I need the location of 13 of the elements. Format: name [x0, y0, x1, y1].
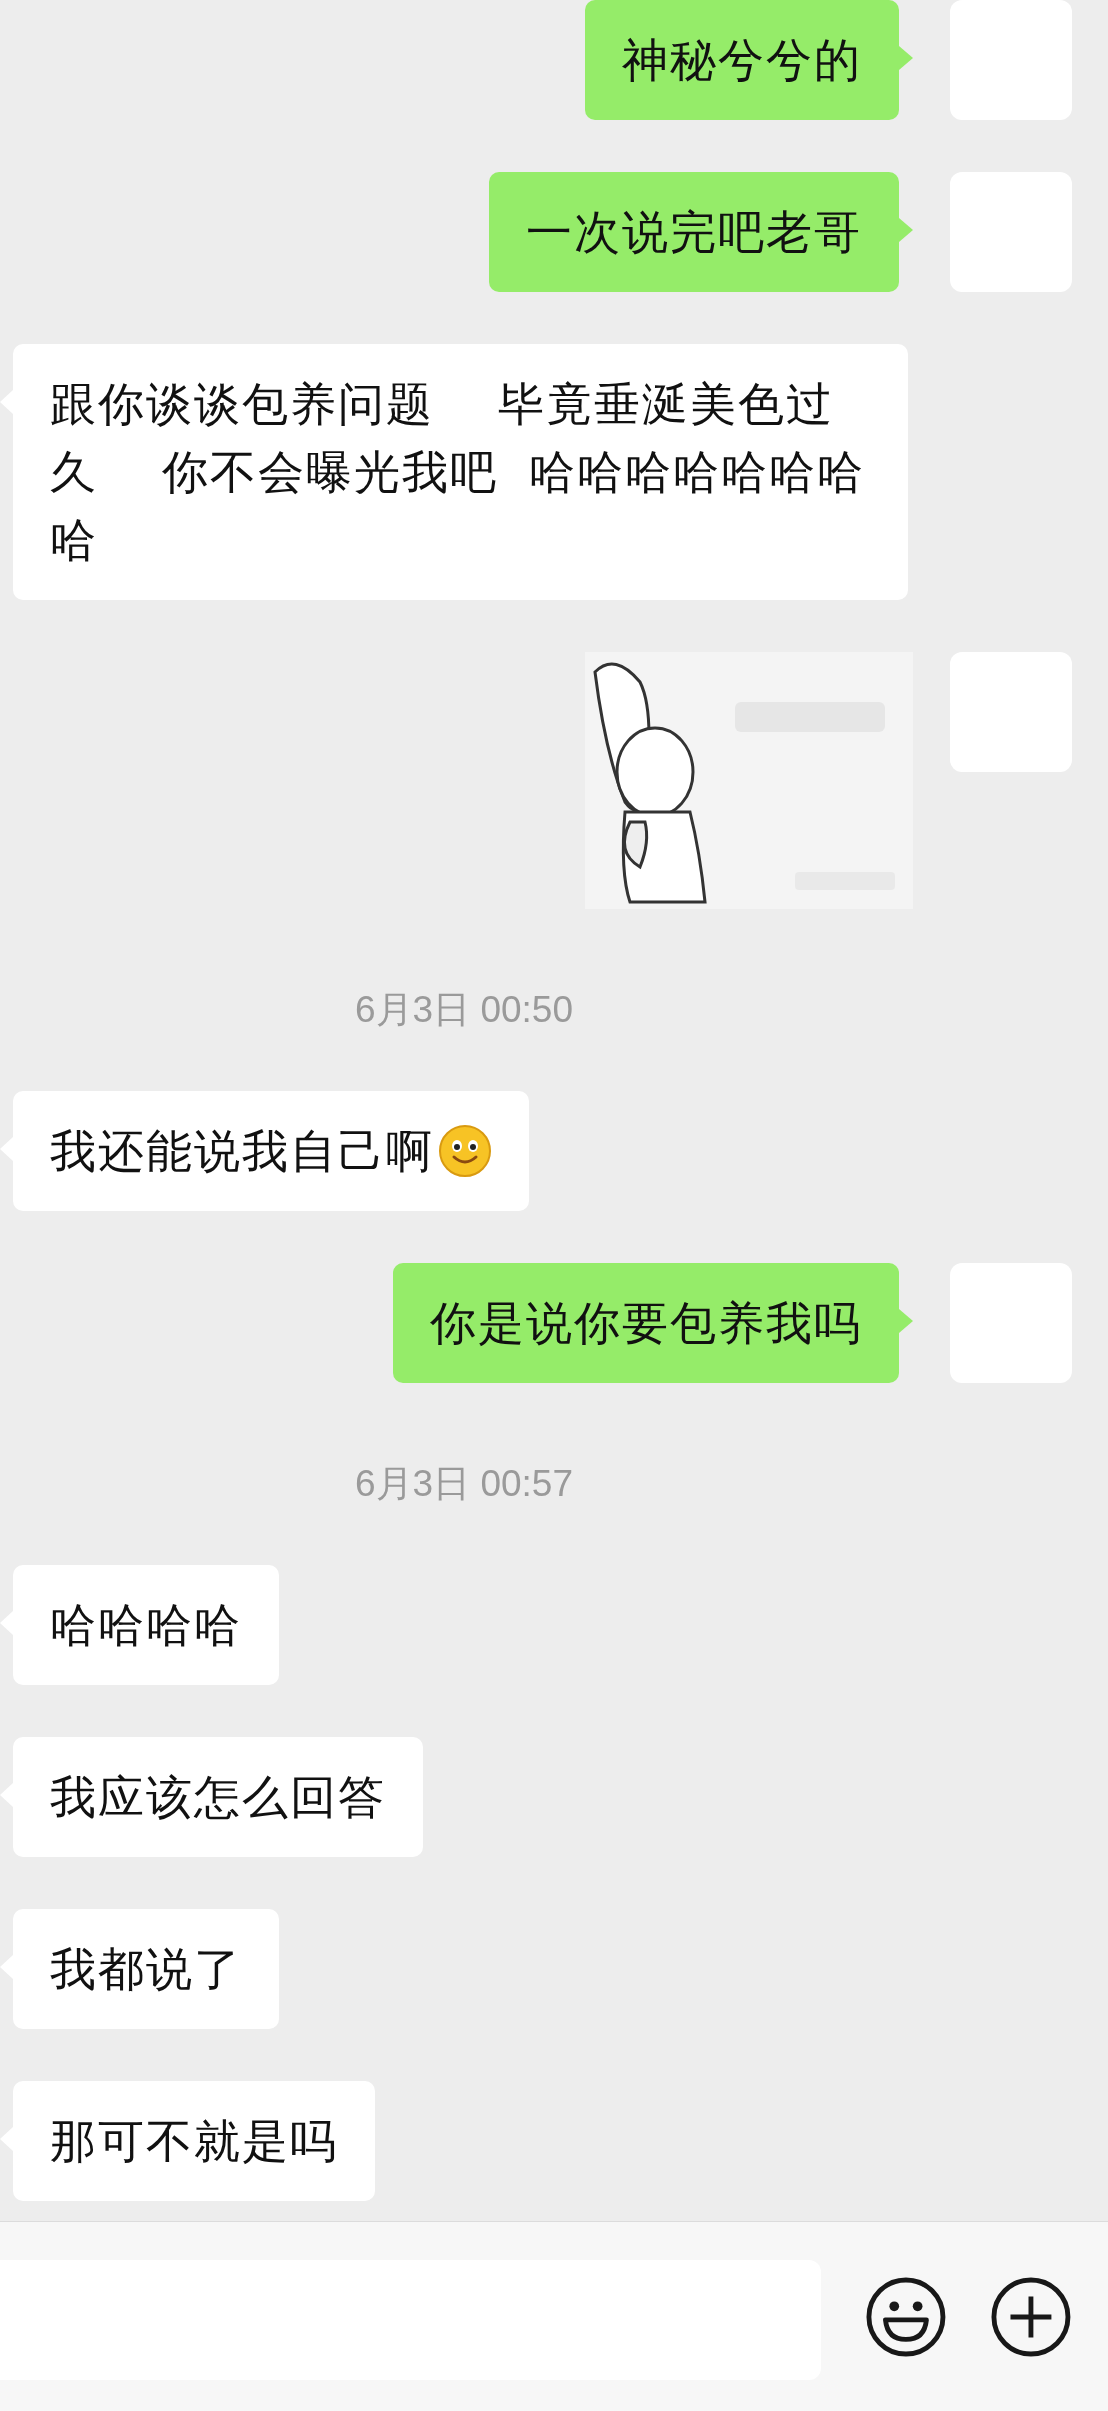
message-text: 我还能说我自己啊 — [50, 1124, 434, 1179]
message-text: 跟你谈谈包养问题 毕竟垂涎美色过久 你不会曝光我吧 哈哈哈哈哈哈哈哈 — [50, 377, 867, 568]
message-text: 我都说了 — [50, 1942, 242, 1997]
timestamp: 6月3日 00:50 — [355, 988, 573, 1032]
message-text: 你是说你要包养我吗 — [430, 1296, 862, 1351]
message-text: 我应该怎么回答 — [50, 1770, 386, 1825]
plus-icon[interactable] — [991, 2275, 1071, 2358]
message-text: 那可不就是吗 — [50, 2114, 338, 2169]
message-text: 哈哈哈哈 — [50, 1598, 242, 1653]
timestamp: 6月3日 00:57 — [355, 1462, 573, 1506]
emoji-icon[interactable] — [866, 2275, 947, 2358]
message-text: 一次说完吧老哥 — [526, 205, 862, 260]
message-text: 神秘兮兮的 — [622, 33, 862, 88]
